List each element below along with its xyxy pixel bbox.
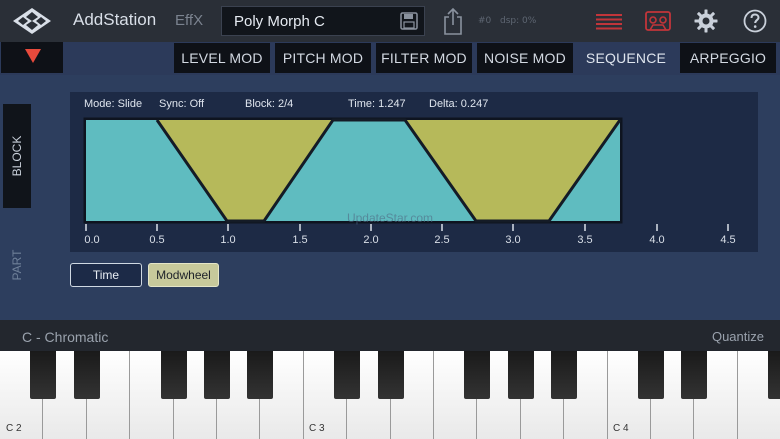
- tick-label: 3.0: [505, 234, 521, 246]
- tick-label: 0.5: [149, 234, 165, 246]
- piano-black-key[interactable]: [30, 351, 57, 399]
- modwheel-button[interactable]: Modwheel: [148, 263, 219, 287]
- piano-black-key[interactable]: [204, 351, 230, 399]
- tick-label: 4.5: [720, 234, 736, 246]
- piano-black-key[interactable]: [768, 351, 780, 399]
- tick-label: 2.0: [363, 234, 379, 246]
- scale-selector[interactable]: C - Chromatic: [22, 329, 108, 345]
- piano-black-key[interactable]: [73, 351, 100, 399]
- piano-black-key[interactable]: [551, 351, 578, 399]
- tick-label: 1.0: [220, 234, 236, 246]
- piano-black-key[interactable]: [160, 351, 187, 399]
- piano-black-key[interactable]: [334, 351, 361, 399]
- keyboard-header: [0, 320, 780, 352]
- piano-black-key[interactable]: [464, 351, 491, 399]
- octave-label: C 4: [613, 423, 629, 434]
- watermark: UpdateStar.com: [347, 211, 433, 225]
- piano-black-key[interactable]: [247, 351, 274, 399]
- octave-label: C 2: [6, 423, 22, 434]
- time-button[interactable]: Time: [70, 263, 142, 287]
- piano-black-key[interactable]: [377, 351, 404, 399]
- quantize-toggle[interactable]: Quantize: [712, 329, 764, 344]
- piano-black-key[interactable]: [507, 351, 534, 399]
- piano-black-key[interactable]: [681, 351, 708, 399]
- tick-label: 0.0: [84, 234, 100, 246]
- piano-black-key[interactable]: [638, 351, 664, 399]
- tick-label: 3.5: [577, 234, 593, 246]
- tick-label: 1.5: [292, 234, 308, 246]
- tick-label: 4.0: [649, 234, 665, 246]
- octave-label: C 3: [309, 423, 325, 434]
- axis-ticks: [85, 224, 729, 231]
- tick-label: 2.5: [434, 234, 450, 246]
